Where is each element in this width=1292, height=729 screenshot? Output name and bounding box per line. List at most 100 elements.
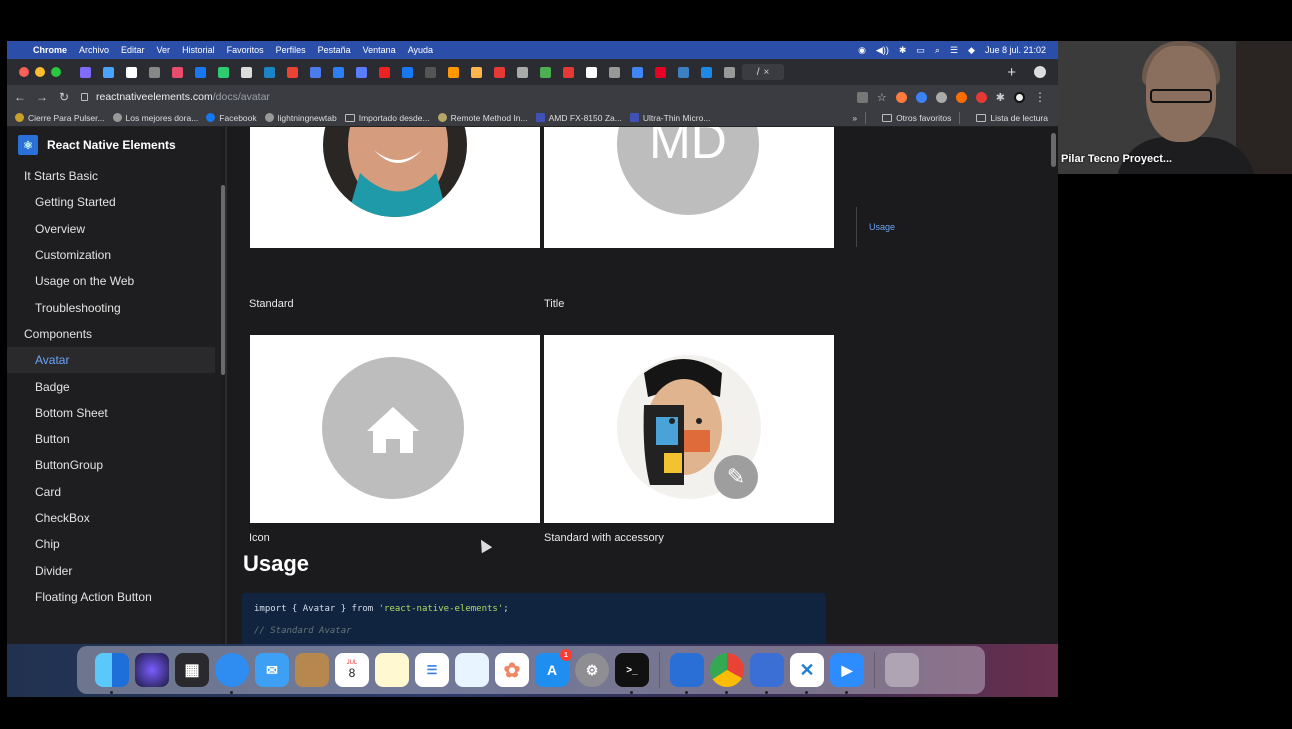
browser-tab[interactable] (351, 64, 371, 80)
back-arrow-icon[interactable]: ← (11, 90, 29, 104)
contacts-icon[interactable] (295, 653, 329, 687)
siri-app-icon[interactable] (135, 653, 169, 687)
bookmark-star-icon[interactable]: ☆ (877, 91, 887, 104)
browser-tab[interactable] (696, 64, 716, 80)
nav-item-getting-started[interactable]: Getting Started (7, 189, 221, 215)
reload-icon[interactable]: ↻ (55, 90, 73, 104)
browser-tab[interactable] (190, 64, 210, 80)
nav-category[interactable]: Components (7, 321, 221, 347)
chrome-icon[interactable] (710, 653, 744, 694)
photos-icon[interactable]: ✿ (495, 653, 529, 687)
nav-item-divider[interactable]: Divider (7, 557, 221, 583)
volume-icon[interactable]: ◀)) (876, 45, 889, 56)
menu-ventana[interactable]: Ventana (363, 45, 396, 55)
nav-item-avatar[interactable]: Avatar (7, 347, 215, 374)
mail-icon[interactable]: ✉ (255, 653, 289, 687)
finder-icon[interactable] (95, 653, 129, 694)
bookmark-item[interactable]: Los mejores dora... (112, 113, 198, 123)
browser-tab[interactable] (98, 64, 118, 80)
launchpad-icon[interactable]: ▦ (175, 653, 209, 687)
nav-item-floating-action-button[interactable]: Floating Action Button (7, 584, 221, 610)
browser-tab[interactable] (167, 64, 187, 80)
menu-ver[interactable]: Ver (157, 45, 171, 55)
control-center-icon[interactable]: ☰ (950, 45, 958, 56)
browser-tab[interactable] (512, 64, 532, 80)
close-window-button[interactable] (19, 67, 29, 77)
close-tab-icon[interactable]: × (763, 67, 769, 78)
nav-category[interactable]: It Starts Basic (7, 163, 221, 189)
notes-icon[interactable] (375, 653, 409, 687)
nav-item-badge[interactable]: Badge (7, 373, 221, 399)
calendar-icon[interactable]: JUL 8 (335, 653, 369, 687)
browser-tab[interactable] (558, 64, 578, 80)
menu-archivo[interactable]: Archivo (79, 45, 109, 55)
bluetooth-icon[interactable]: ✱ (899, 45, 907, 56)
browser-tab[interactable] (719, 64, 739, 80)
edit-pencil-icon[interactable]: ✎ (714, 455, 758, 499)
trash-icon[interactable] (885, 653, 919, 687)
browser-tab[interactable] (535, 64, 555, 80)
site-brand[interactable]: ⚛ React Native Elements (7, 127, 221, 163)
browser-tab[interactable] (75, 64, 95, 80)
extension-icon[interactable] (955, 91, 967, 103)
kebab-menu-icon[interactable]: ⋮ (1034, 90, 1046, 104)
spotlight-search-icon[interactable]: ⌕ (935, 45, 940, 56)
siri-icon[interactable]: ◆ (968, 45, 975, 56)
minimize-window-button[interactable] (35, 67, 45, 77)
vscode-icon[interactable]: ✕ (790, 653, 824, 694)
tab-search-icon[interactable] (1034, 66, 1046, 78)
browser-tab[interactable] (489, 64, 509, 80)
nav-item-usage-on-the-web[interactable]: Usage on the Web (7, 268, 221, 294)
simulator-icon[interactable] (750, 653, 784, 694)
bookmark-item[interactable]: Cierre Para Pulser... (15, 113, 105, 123)
puzzle-extensions-icon[interactable]: ✱ (996, 91, 1005, 104)
browser-tab[interactable] (236, 64, 256, 80)
bookmark-item[interactable]: Facebook (206, 113, 257, 123)
bookmark-folder[interactable]: Importado desde... (344, 113, 430, 123)
active-browser-tab[interactable]: / × (742, 64, 784, 80)
nav-item-customization[interactable]: Customization (7, 242, 221, 268)
maps-icon[interactable] (455, 653, 489, 687)
battery-icon[interactable]: ▭ (916, 45, 925, 56)
browser-tab[interactable] (604, 64, 624, 80)
menu-clock[interactable]: Jue 8 jul. 21:02 (985, 45, 1046, 55)
nav-item-chip[interactable]: Chip (7, 531, 221, 557)
browser-tab[interactable] (443, 64, 463, 80)
profile-avatar-icon[interactable] (1014, 91, 1025, 103)
extension-icon[interactable] (915, 91, 927, 103)
bookmark-item[interactable]: Remote Method In... (437, 113, 528, 123)
menu-historial[interactable]: Historial (182, 45, 215, 55)
extension-icon[interactable] (935, 91, 947, 103)
page-scrollbar[interactable] (1051, 133, 1056, 167)
participant-video-tile[interactable]: Pilar Tecno Proyect... (1058, 41, 1292, 174)
system-preferences-icon[interactable]: ⚙ (575, 653, 609, 687)
browser-tab[interactable] (305, 64, 325, 80)
browser-tab[interactable] (282, 64, 302, 80)
browser-tab[interactable] (466, 64, 486, 80)
reminders-icon[interactable]: ☰ (415, 653, 449, 687)
browser-tab[interactable] (650, 64, 670, 80)
forward-arrow-icon[interactable]: → (33, 90, 51, 104)
xcode-icon[interactable] (670, 653, 704, 694)
menu-chrome[interactable]: Chrome (33, 45, 67, 55)
browser-tab[interactable] (259, 64, 279, 80)
browser-tab[interactable] (374, 64, 394, 80)
browser-tab[interactable] (397, 64, 417, 80)
translate-icon[interactable] (856, 91, 868, 103)
zoom-icon[interactable]: ▶ (830, 653, 864, 694)
browser-tab[interactable] (420, 64, 440, 80)
menu-pestana[interactable]: Pestaña (318, 45, 351, 55)
terminal-icon[interactable]: >_ (615, 653, 649, 694)
nav-item-overview[interactable]: Overview (7, 216, 221, 242)
nav-item-troubleshooting[interactable]: Troubleshooting (7, 294, 221, 320)
bookmark-item[interactable]: lightningnewtab (264, 113, 337, 123)
menu-editar[interactable]: Editar (121, 45, 145, 55)
browser-tab[interactable] (627, 64, 647, 80)
browser-tab[interactable] (581, 64, 601, 80)
nav-item-button[interactable]: Button (7, 426, 221, 452)
other-bookmarks-folder[interactable]: Otros favoritos (882, 113, 951, 123)
menu-ayuda[interactable]: Ayuda (408, 45, 433, 55)
app-store-icon[interactable]: A1 (535, 649, 572, 687)
safari-icon[interactable] (215, 653, 249, 694)
browser-tab[interactable] (144, 64, 164, 80)
